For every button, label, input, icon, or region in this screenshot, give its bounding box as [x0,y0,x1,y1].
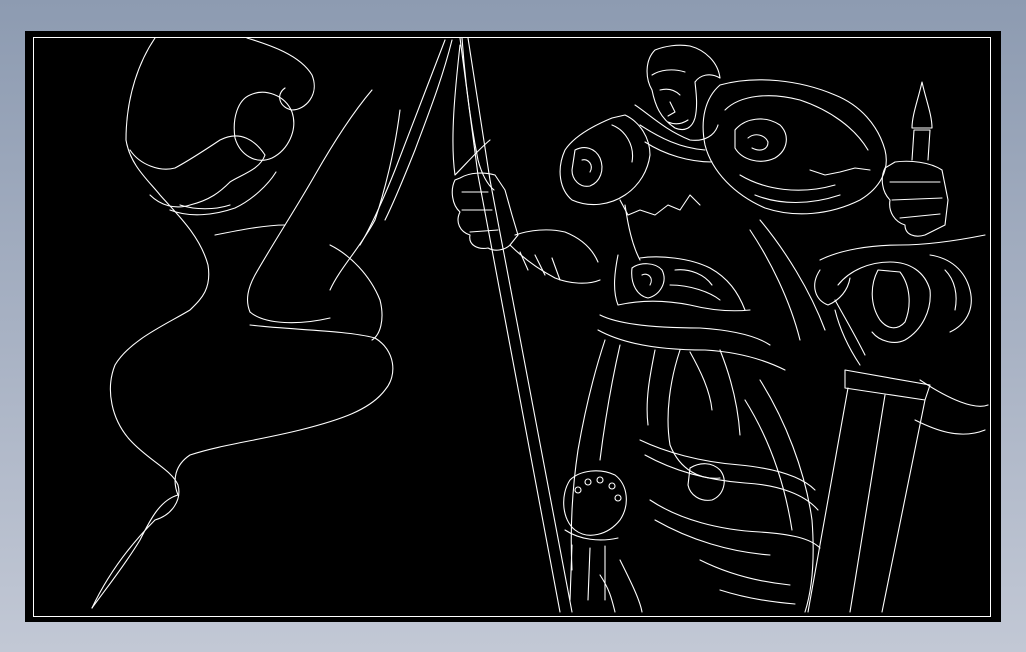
right-shoulder-pauldron [702,79,887,215]
hooded-figure-outline [91,37,446,609]
raised-fist [881,81,949,237]
warrior-head [646,44,721,131]
banner-flag [384,37,495,221]
sword-blade [807,369,989,613]
banner-spear [459,37,573,613]
armored-skirt [570,339,821,613]
armored-torso [509,194,826,371]
sword-crossguard [814,234,986,366]
cad-line-drawing[interactable] [0,0,1026,652]
